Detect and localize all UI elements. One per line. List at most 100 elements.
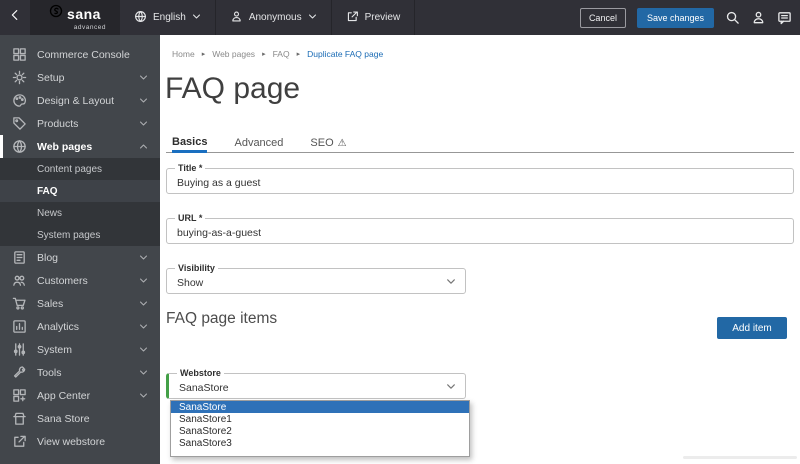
sidebar-item-label: Web pages: [37, 140, 93, 153]
language-selector[interactable]: English: [120, 0, 216, 35]
url-field[interactable]: URL * buying-as-a-guest: [166, 213, 794, 244]
chevron-down-icon: [446, 383, 456, 390]
visibility-select[interactable]: Visibility Show: [166, 263, 466, 294]
webstore-option[interactable]: SanaStore1: [171, 413, 469, 425]
url-field-label: URL *: [175, 213, 206, 223]
webstore-select[interactable]: Webstore SanaStore: [166, 368, 466, 399]
back-button[interactable]: [0, 0, 30, 35]
sidebar-item-label: Tools: [37, 366, 62, 379]
breadcrumb-current[interactable]: Duplicate FAQ page: [307, 49, 383, 59]
chevron-down-icon: [139, 74, 148, 81]
save-changes-button[interactable]: Save changes: [636, 7, 714, 28]
webstore-select-value: SanaStore: [179, 382, 229, 394]
user-menu[interactable]: Anonymous: [216, 0, 332, 35]
palette-icon: [12, 93, 28, 108]
topbar: sana advanced English Anonymous Preview …: [0, 0, 800, 35]
topbar-actions: Cancel Save changes: [579, 0, 792, 35]
tab-basics-label: Basics: [172, 135, 208, 148]
sidebar-item-web-pages[interactable]: Web pages: [0, 135, 160, 158]
submenu-item-faq[interactable]: FAQ: [0, 180, 160, 202]
sidebar-item-label: Setup: [37, 71, 65, 84]
submenu-item-content-pages[interactable]: Content pages: [0, 158, 160, 180]
web-pages-submenu: Content pages FAQ News System pages: [0, 158, 160, 246]
user-label: Anonymous: [248, 12, 302, 23]
preview-button[interactable]: Preview: [332, 0, 416, 35]
sidebar-item-label: System: [37, 343, 73, 356]
title-field-value: Buying as a guest: [177, 177, 261, 189]
sidebar-item-label: App Center: [37, 389, 91, 402]
sidebar-item-analytics[interactable]: Analytics: [0, 315, 160, 338]
brand-text: sana: [67, 5, 101, 22]
main-content: Home ▸ Web pages ▸ FAQ ▸ Duplicate FAQ p…: [160, 35, 800, 464]
sidebar-item-view-webstore[interactable]: View webstore: [0, 430, 160, 453]
breadcrumb-separator-icon: ▸: [262, 51, 266, 58]
tab-seo-label: SEO: [310, 137, 334, 149]
sidebar-item-app-center[interactable]: App Center: [0, 384, 160, 407]
chevron-down-icon: [139, 120, 148, 127]
chevron-down-icon: [139, 346, 148, 353]
account-icon[interactable]: [751, 10, 766, 25]
sidebar-item-system[interactable]: System: [0, 338, 160, 361]
chevron-down-icon: [139, 277, 148, 284]
title-field[interactable]: Title * Buying as a guest: [166, 163, 794, 194]
breadcrumb-web-pages[interactable]: Web pages: [212, 49, 255, 59]
chevron-down-icon: [139, 300, 148, 307]
title-field-label: Title *: [175, 163, 206, 173]
person-icon: [230, 10, 243, 26]
sidebar-item-products[interactable]: Products: [0, 112, 160, 135]
feedback-chat-icon[interactable]: [777, 10, 792, 25]
webstore-option[interactable]: SanaStore3: [171, 437, 469, 449]
webstore-option[interactable]: SanaStore: [171, 401, 469, 413]
chevron-down-icon: [446, 278, 456, 285]
cart-icon: [12, 296, 28, 311]
submenu-item-news[interactable]: News: [0, 202, 160, 224]
dashboard-icon: [12, 47, 28, 62]
sana-mark-icon: [49, 4, 63, 23]
sidebar-item-setup[interactable]: Setup: [0, 66, 160, 89]
breadcrumb-home[interactable]: Home: [172, 49, 195, 59]
sidebar-item-customers[interactable]: Customers: [0, 269, 160, 292]
tab-bar: Basics Advanced SEO ⚠: [166, 133, 794, 153]
breadcrumb-separator-icon: ▸: [201, 51, 206, 58]
tab-advanced[interactable]: Advanced: [234, 133, 283, 153]
breadcrumb: Home ▸ Web pages ▸ FAQ ▸ Duplicate FAQ p…: [172, 49, 383, 59]
sana-logo[interactable]: sana advanced: [30, 0, 120, 35]
sidebar-item-commerce-console[interactable]: Commerce Console: [0, 43, 160, 66]
external-link-icon: [346, 10, 359, 26]
sidebar-item-label: Customers: [37, 274, 88, 287]
add-item-button[interactable]: Add item: [717, 317, 787, 339]
chevron-down-icon: [139, 254, 148, 261]
sidebar-item-sana-store[interactable]: Sana Store: [0, 407, 160, 430]
visibility-select-value: Show: [177, 277, 204, 289]
cancel-button[interactable]: Cancel: [579, 7, 626, 28]
gear-icon: [12, 70, 28, 85]
submenu-item-system-pages[interactable]: System pages: [0, 224, 160, 246]
language-label: English: [153, 12, 186, 23]
sidebar-item-label: Analytics: [37, 320, 80, 333]
warning-icon: ⚠: [337, 137, 347, 149]
people-icon: [12, 273, 28, 288]
webstore-option[interactable]: SanaStore2: [171, 425, 469, 437]
sidebar-item-tools[interactable]: Tools: [0, 361, 160, 384]
chevron-down-icon: [139, 392, 148, 399]
sidebar-item-label: Products: [37, 117, 79, 130]
document-icon: [12, 250, 28, 265]
wrench-icon: [12, 365, 28, 380]
chevron-down-icon: [139, 323, 148, 330]
search-icon[interactable]: [725, 10, 740, 25]
tab-basics[interactable]: Basics: [172, 133, 208, 153]
sidebar-item-sales[interactable]: Sales: [0, 292, 160, 315]
sidebar-item-design-layout[interactable]: Design & Layout: [0, 89, 160, 112]
brand-subtext: advanced: [73, 24, 106, 31]
horizontal-scrollbar[interactable]: [683, 456, 797, 459]
sidebar-item-label: Sales: [37, 297, 64, 310]
chevron-left-icon: [8, 8, 22, 27]
sidebar-item-label: Blog: [37, 251, 59, 264]
web-globe-icon: [12, 139, 28, 154]
page-title: FAQ page: [165, 72, 301, 105]
breadcrumb-faq[interactable]: FAQ: [273, 49, 290, 59]
chevron-down-icon: [308, 12, 317, 23]
visibility-select-label: Visibility: [175, 263, 218, 273]
sidebar-item-blog[interactable]: Blog: [0, 246, 160, 269]
tab-seo[interactable]: SEO ⚠: [310, 133, 346, 153]
